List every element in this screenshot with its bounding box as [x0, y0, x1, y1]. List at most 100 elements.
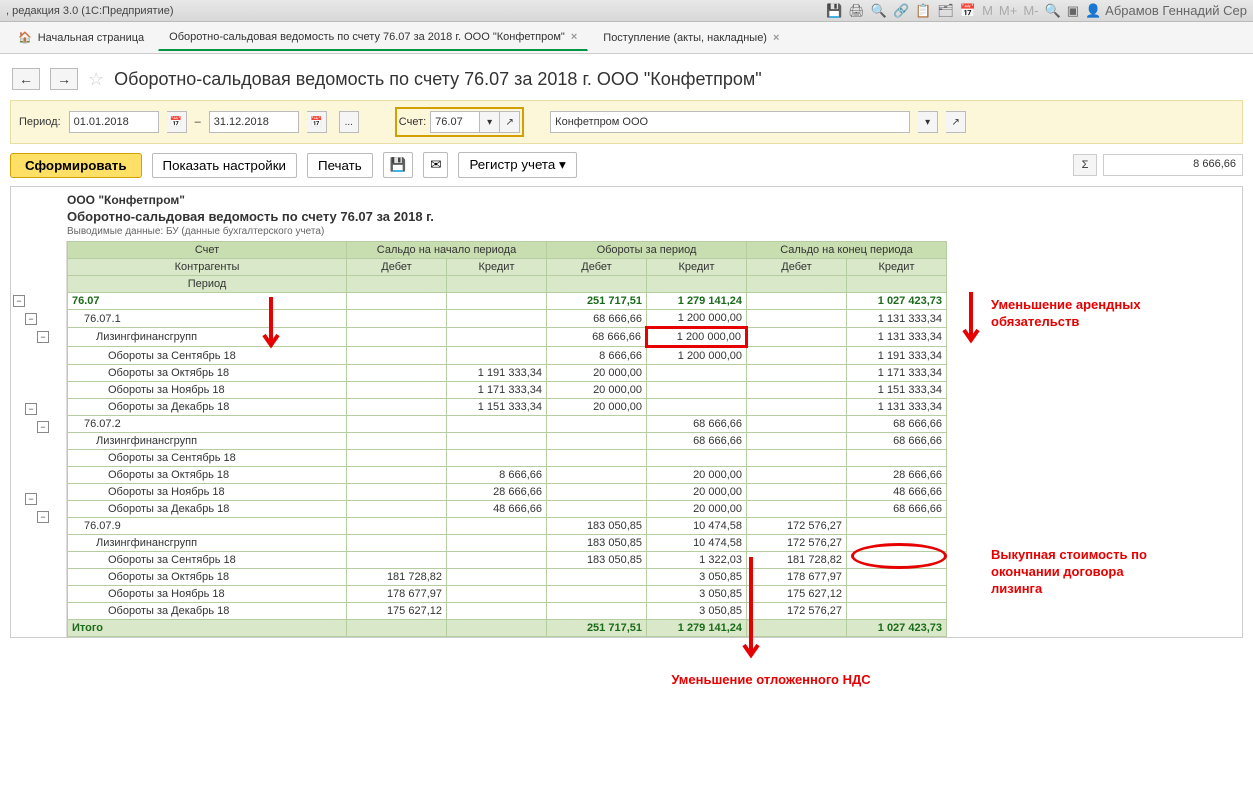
total-row: Итого 251 717,51 1 279 141,24 1 027 423,… — [68, 620, 947, 637]
org-input[interactable]: Конфетпром ООО — [550, 111, 910, 133]
home-tab[interactable]: 🏠 Начальная страница — [8, 25, 154, 50]
sum-value: 8 666,66 — [1103, 154, 1243, 176]
account-open[interactable]: ↗ — [500, 111, 520, 133]
col-acct: Счет — [68, 242, 347, 259]
period-label: Период: — [19, 116, 61, 128]
table-row[interactable]: Обороты за Декабрь 181 151 333,3420 000,… — [68, 399, 947, 416]
table-row[interactable]: 76.07.268 666,6668 666,66 — [68, 416, 947, 433]
org-dropdown[interactable]: ▾ — [918, 111, 938, 133]
table-row[interactable]: Обороты за Сентябрь 18 — [68, 450, 947, 467]
table-row[interactable]: Обороты за Октябрь 188 666,6620 000,0028… — [68, 467, 947, 484]
user-block[interactable]: 👤 Абрамов Геннадий Сер — [1085, 3, 1247, 19]
report-org: ООО "Конфетпром" — [67, 193, 1186, 207]
account-label: Счет: — [399, 116, 426, 128]
table-row[interactable]: 76.07.9183 050,8510 474,58172 576,27 — [68, 518, 947, 535]
filter-bar: Период: 01.01.2018 📅 – 31.12.2018 📅 ... … — [10, 100, 1243, 144]
date-from-picker[interactable]: 📅 — [167, 111, 187, 133]
m-icon[interactable]: M — [982, 3, 993, 18]
settings-button[interactable]: Показать настройки — [152, 153, 297, 178]
table-row[interactable]: Обороты за Сентябрь 18183 050,851 322,03… — [68, 552, 947, 569]
col-start: Сальдо на начало периода — [347, 242, 547, 259]
tab-report[interactable]: Оборотно-сальдовая ведомость по счету 76… — [158, 24, 588, 51]
tree-collapse[interactable]: − — [25, 403, 37, 415]
zoom-icon[interactable]: 🔍 — [1045, 3, 1061, 19]
link-icon[interactable]: 🔗 — [893, 3, 909, 19]
tab-receipts[interactable]: Поступление (акты, накладные) × — [592, 25, 790, 51]
annotation-arrow — [741, 557, 761, 667]
table-row[interactable]: Обороты за Декабрь 18175 627,123 050,851… — [68, 603, 947, 620]
home-icon: 🏠 — [18, 31, 32, 44]
user-name: Абрамов Геннадий Сер — [1105, 3, 1247, 18]
m-plus-icon[interactable]: M+ — [999, 3, 1017, 18]
col-period: Период — [68, 276, 347, 293]
clipboard-icon[interactable]: 📋 — [915, 3, 931, 19]
toolbar: Сформировать Показать настройки Печать 💾… — [0, 144, 1253, 186]
col-credit: Кредит — [447, 259, 547, 276]
table-row[interactable]: Обороты за Октябрь 18181 728,823 050,851… — [68, 569, 947, 586]
table-row[interactable]: Лизингфинансгрупп183 050,8510 474,58172 … — [68, 535, 947, 552]
account-group: Счет: 76.07 ▾ ↗ — [395, 107, 524, 137]
table-row[interactable]: Обороты за Ноябрь 181 171 333,3420 000,0… — [68, 382, 947, 399]
save-report-button[interactable]: 💾 — [383, 152, 414, 178]
table-row[interactable]: Обороты за Сентябрь 188 666,661 200 000,… — [68, 347, 947, 365]
generate-button[interactable]: Сформировать — [10, 153, 142, 178]
title-bar: , редакция 3.0 (1С:Предприятие) 💾 🖨 🔍 🔗 … — [0, 0, 1253, 22]
annotation-text-1: Уменьшение арендных обязательств — [991, 297, 1141, 331]
print-button[interactable]: Печать — [307, 153, 373, 178]
save-icon[interactable]: 💾 — [826, 3, 842, 19]
col-turn: Обороты за период — [547, 242, 747, 259]
tab-label: Оборотно-сальдовая ведомость по счету 76… — [169, 31, 565, 43]
annotation-arrow — [961, 292, 981, 352]
table-row[interactable]: Лизингфинансгрупп68 666,661 200 000,001 … — [68, 328, 947, 347]
favorite-icon[interactable]: ☆ — [88, 69, 104, 90]
tab-label: Поступление (акты, накладные) — [603, 32, 767, 44]
col-credit: Кредит — [647, 259, 747, 276]
window-icon[interactable]: ▣ — [1067, 3, 1079, 19]
tree-gutter: − − − − − − − — [11, 241, 67, 637]
col-end: Сальдо на конец периода — [747, 242, 947, 259]
org-open[interactable]: ↗ — [946, 111, 966, 133]
email-button[interactable]: ✉ — [423, 152, 448, 178]
tree-collapse[interactable]: − — [25, 493, 37, 505]
annotation-arrow — [261, 297, 281, 357]
calc-icon[interactable]: 🗂 — [937, 3, 954, 19]
annotation-text-3: Уменьшение отложенного НДС — [671, 672, 871, 689]
tree-collapse[interactable]: − — [25, 313, 37, 325]
annotation-circle — [851, 543, 947, 569]
sum-icon: Σ — [1073, 154, 1097, 176]
close-icon[interactable]: × — [571, 31, 577, 43]
table-row[interactable]: 76.07.168 666,661 200 000,001 131 333,34 — [68, 310, 947, 328]
tree-collapse[interactable]: − — [37, 511, 49, 523]
period-more-button[interactable]: ... — [339, 111, 359, 133]
search-icon[interactable]: 🔍 — [871, 3, 887, 19]
table-row[interactable]: Обороты за Октябрь 181 191 333,3420 000,… — [68, 365, 947, 382]
table-row[interactable]: Обороты за Декабрь 1848 666,6620 000,006… — [68, 501, 947, 518]
table-row[interactable]: Обороты за Ноябрь 1828 666,6620 000,0048… — [68, 484, 947, 501]
table-row[interactable]: Лизингфинансгрупп68 666,6668 666,66 — [68, 433, 947, 450]
table-row[interactable]: 76.07251 717,511 279 141,241 027 423,73 — [68, 293, 947, 310]
annotation-text-2: Выкупная стоимость по окончании договора… — [991, 547, 1171, 598]
report-title: Оборотно-сальдовая ведомость по счету 76… — [67, 209, 1186, 224]
tree-collapse[interactable]: − — [37, 421, 49, 433]
account-dropdown[interactable]: ▾ — [480, 111, 500, 133]
back-button[interactable]: ← — [12, 68, 40, 90]
date-to-input[interactable]: 31.12.2018 — [209, 111, 299, 133]
col-debit: Дебет — [347, 259, 447, 276]
register-button[interactable]: Регистр учета ▾ — [458, 152, 576, 178]
table-row[interactable]: Обороты за Ноябрь 18178 677,973 050,8517… — [68, 586, 947, 603]
print-icon[interactable]: 🖨 — [848, 3, 865, 19]
tree-collapse[interactable]: − — [37, 331, 49, 343]
date-to-picker[interactable]: 📅 — [307, 111, 327, 133]
col-debit: Дебет — [747, 259, 847, 276]
forward-button[interactable]: → — [50, 68, 78, 90]
m-minus-icon[interactable]: M- — [1023, 3, 1038, 18]
date-from-input[interactable]: 01.01.2018 — [69, 111, 159, 133]
calendar-icon[interactable]: 📅 — [960, 3, 976, 19]
close-icon[interactable]: × — [773, 32, 779, 44]
report-subtitle: Выводимые данные: БУ (данные бухгалтерск… — [67, 226, 1186, 237]
col-counter: Контрагенты — [68, 259, 347, 276]
account-input[interactable]: 76.07 — [430, 111, 480, 133]
home-label: Начальная страница — [38, 32, 144, 44]
user-icon: 👤 — [1085, 3, 1101, 19]
tree-collapse[interactable]: − — [13, 295, 25, 307]
